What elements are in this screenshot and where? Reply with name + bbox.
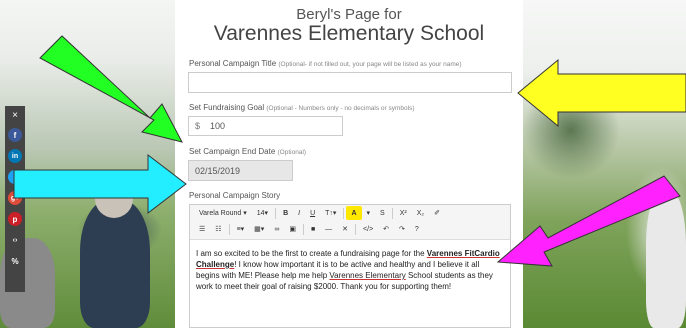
yellow-arrow (517, 58, 686, 128)
cyan-arrow (13, 153, 187, 215)
green-arrow (39, 35, 183, 143)
annotation-arrows (13, 35, 686, 267)
magenta-arrow (496, 175, 681, 267)
